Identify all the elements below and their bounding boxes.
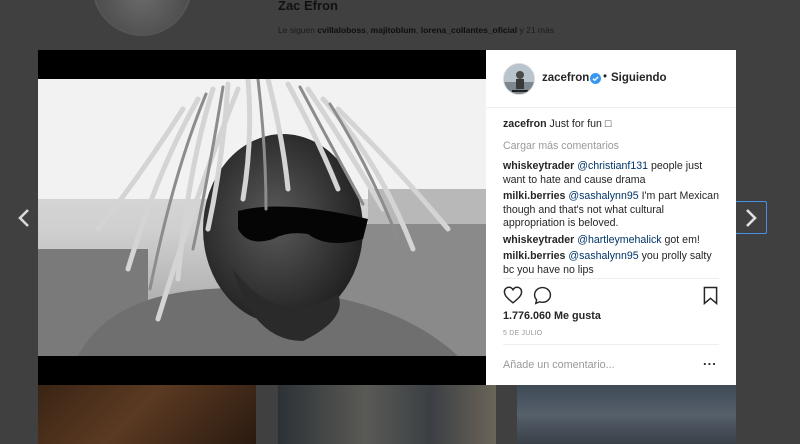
comment-username[interactable]: milki.berries — [503, 190, 565, 202]
profile-name: Zac Efron — [278, 0, 338, 13]
comment-mention[interactable]: @sashalynn95 — [568, 190, 638, 202]
follower-link[interactable]: majitoblum — [371, 25, 416, 35]
comment-text: got em! — [664, 233, 700, 246]
comment-icon[interactable] — [533, 286, 552, 305]
follower-link[interactable]: cvillaloboss — [317, 25, 366, 35]
divider — [503, 344, 719, 345]
avatar-image — [504, 64, 534, 94]
post-caption: zacefron Just for fun □ — [503, 118, 723, 132]
comment-mention[interactable]: @hartleymehalick — [577, 234, 661, 246]
load-more-comments-link[interactable]: Cargar más comentarios — [503, 140, 723, 154]
followed-by-more[interactable]: y 21 más — [519, 25, 554, 35]
comments-section: zacefron Just for fun □ Cargar más comen… — [503, 114, 723, 277]
caption-text: Just for fun □ — [549, 118, 612, 130]
verified-badge-icon — [590, 73, 601, 84]
comment-username[interactable]: milki.berries — [503, 250, 565, 262]
more-options-icon[interactable]: ... — [703, 353, 717, 368]
followed-by-text: Le siguen cvillaloboss, majitoblum, lore… — [278, 25, 554, 35]
comment-mention[interactable]: @sashalynn95 — [568, 250, 638, 262]
heart-icon[interactable] — [503, 286, 523, 304]
post-author-username[interactable]: zacefron — [542, 72, 589, 84]
comment-item: milki.berries @sashalynn95 I'm part Mexi… — [503, 190, 723, 231]
comment-username[interactable]: whiskeytrader — [503, 234, 574, 246]
next-post-button[interactable] — [735, 201, 767, 234]
bookmark-icon[interactable] — [703, 286, 718, 305]
follower-link[interactable]: lorena_collantes_oficial — [421, 25, 517, 35]
post-date[interactable]: 5 DE JULIO — [503, 330, 542, 337]
comment-item: milki.berries @sashalynn95 you prolly sa… — [503, 250, 723, 277]
chevron-right-icon — [746, 208, 757, 227]
post-author-avatar[interactable] — [503, 63, 535, 95]
profile-avatar — [92, 0, 192, 36]
likes-count[interactable]: 1.776.060 Me gusta — [503, 310, 601, 322]
caption-username[interactable]: zacefron — [503, 118, 547, 130]
comment-mention[interactable]: @christianf131 — [577, 160, 648, 172]
grid-thumbnail[interactable] — [517, 385, 736, 444]
following-button[interactable]: Siguiendo — [611, 72, 667, 84]
followed-by-prefix: Le siguen — [278, 25, 315, 35]
previous-post-button[interactable] — [8, 201, 40, 234]
comment-item: whiskeytrader @hartleymehalick got em! — [503, 234, 723, 248]
grid-thumbnail[interactable] — [38, 385, 256, 444]
separator-dot: • — [603, 71, 608, 83]
grid-thumbnail[interactable] — [278, 385, 496, 444]
add-comment-input[interactable]: Añade un comentario... — [503, 359, 615, 371]
post-image — [38, 79, 486, 356]
divider — [503, 278, 719, 279]
post-details-panel: zacefron • Siguiendo zacefron Just for f… — [486, 50, 736, 385]
comment-item: whiskeytrader @christianf131 people just… — [503, 160, 723, 187]
chevron-left-icon — [18, 208, 29, 227]
post-photo[interactable] — [38, 50, 486, 385]
comment-username[interactable]: whiskeytrader — [503, 160, 574, 172]
post-header: zacefron • Siguiendo — [486, 50, 736, 108]
